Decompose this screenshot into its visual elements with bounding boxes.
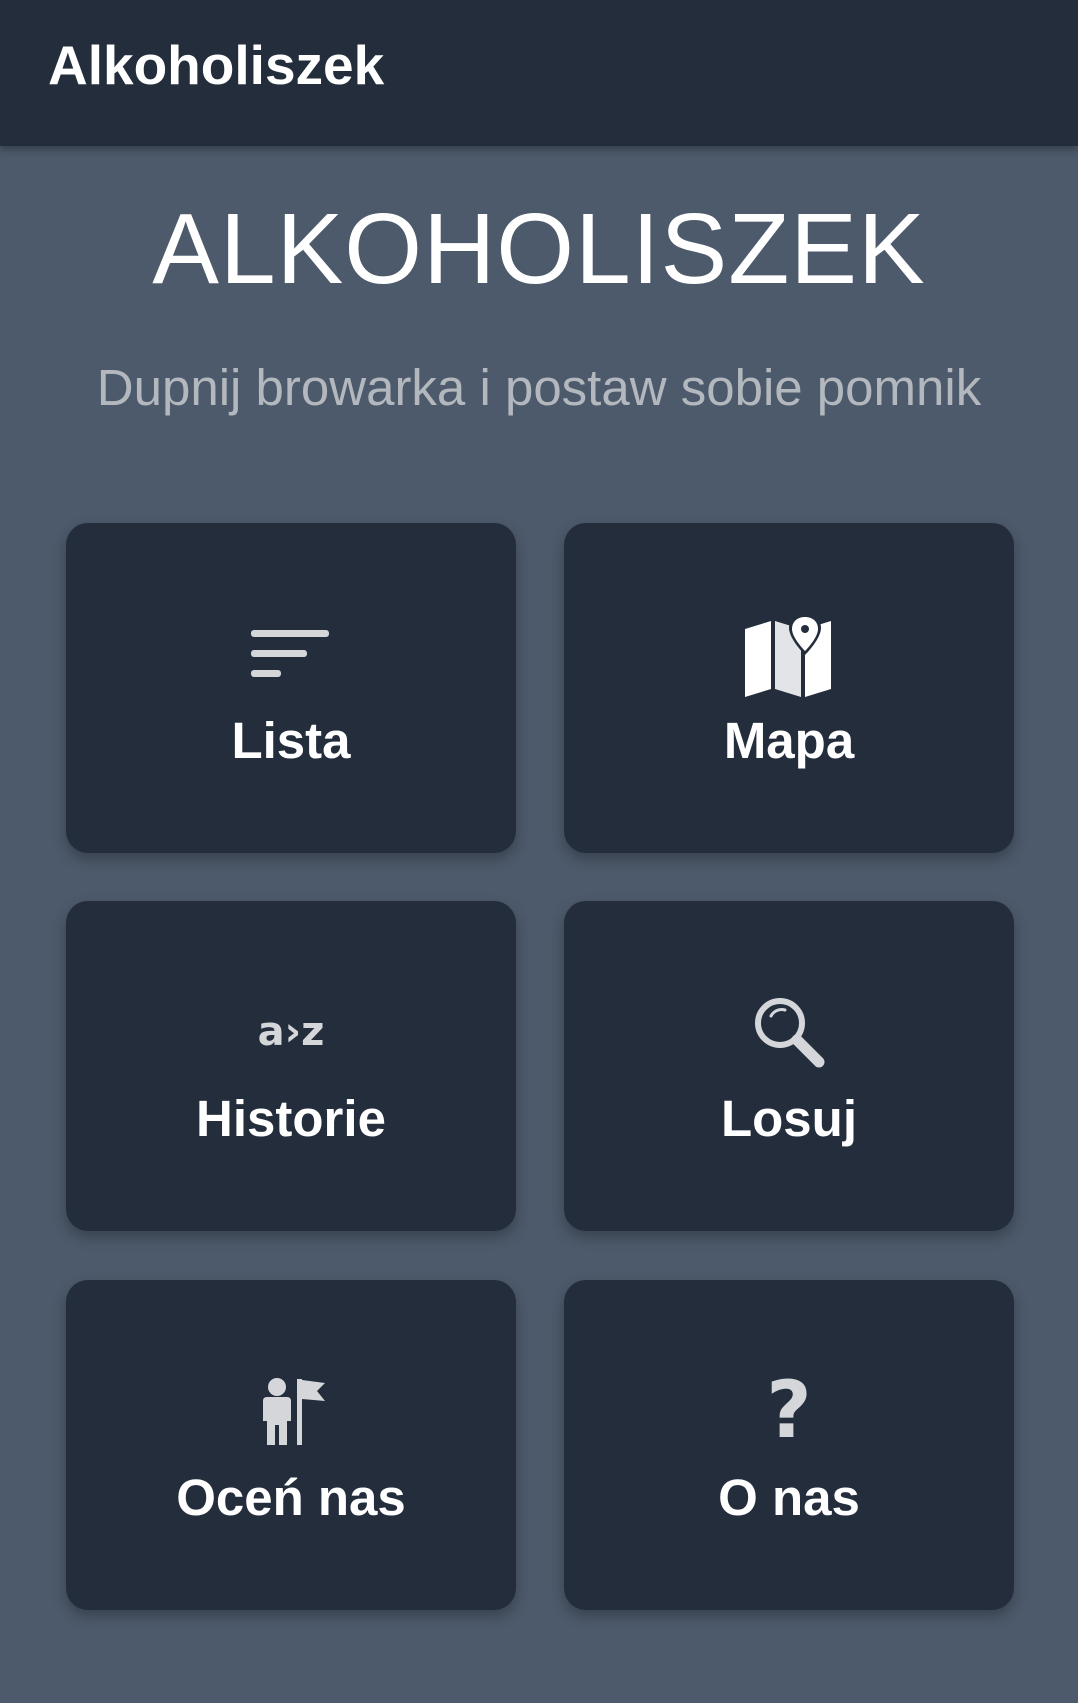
mapa-button[interactable]: Mapa <box>564 523 1014 853</box>
a-to-z-icon-text: a›z <box>257 1009 325 1055</box>
hero-subtitle: Dupnij browarka i postaw sobie pomnik <box>96 359 982 416</box>
losuj-label: Losuj <box>721 1090 857 1147</box>
mapa-label: Mapa <box>723 712 855 769</box>
question-mark-icon: ? <box>564 1368 1014 1454</box>
hero-title: ALKOHOLISZEK <box>152 193 926 305</box>
o-nas-label: O nas <box>718 1469 860 1526</box>
ocen-nas-label: Oceń nas <box>176 1469 406 1526</box>
o-nas-button[interactable]: ? O nas <box>564 1280 1014 1610</box>
list-lines-icon <box>66 611 516 697</box>
lista-label: Lista <box>231 712 351 769</box>
magnifier-icon <box>564 989 1014 1075</box>
lista-button[interactable]: Lista <box>66 523 516 853</box>
ocen-nas-button[interactable]: Oceń nas <box>66 1280 516 1610</box>
person-flag-icon <box>66 1368 516 1454</box>
historie-button[interactable]: a›z Historie <box>66 901 516 1231</box>
question-mark-icon-text: ? <box>766 1366 812 1456</box>
app-bar-title: Alkoholiszek <box>48 34 385 96</box>
historie-label: Historie <box>196 1090 386 1147</box>
a-to-z-icon: a›z <box>66 989 516 1075</box>
losuj-button[interactable]: Losuj <box>564 901 1014 1231</box>
app-bar: Alkoholiszek <box>0 0 1078 146</box>
map-pin-icon <box>564 611 1014 697</box>
